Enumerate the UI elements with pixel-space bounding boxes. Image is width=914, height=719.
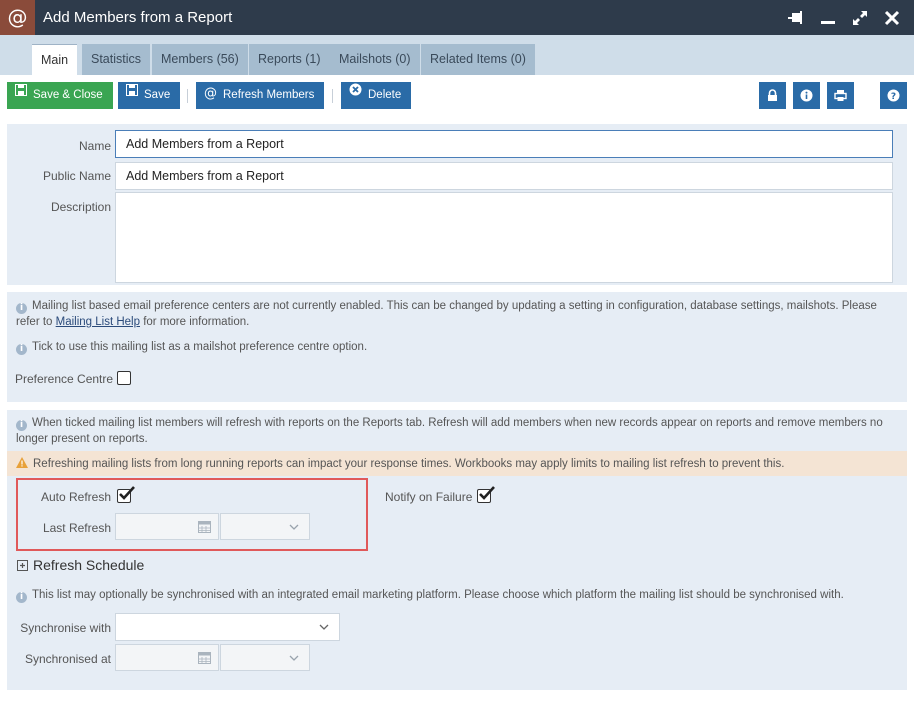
print-icon [834,90,847,101]
chevron-down-icon [289,524,299,530]
chevron-down-icon [289,655,299,661]
chevron-down-icon [319,624,329,630]
preference-centre-label: Preference Centre [15,372,114,386]
synchronised-at-date-field[interactable] [115,644,219,671]
sync-info-content: This list may optionally be synchronised… [32,589,844,601]
tab-statistics[interactable]: Statistics [82,44,151,75]
calendar-icon [198,652,211,664]
tab-members[interactable]: Members (56) [152,44,248,75]
tab-strip: Main Statistics Members (56) Reports (1)… [0,35,914,75]
print-button[interactable] [827,82,854,109]
name-label: Name [78,139,111,153]
save-and-close-button[interactable]: Save & Close [7,82,113,109]
preference-info-part2: for more information. [140,316,250,328]
window-title-bar: @ Add Members from a Report [0,0,914,35]
info-circle-icon: i [16,592,27,603]
preference-info-text: i Mailing list based email preference cen… [16,298,902,330]
preference-tick-info-text: Tick to use this mailing list as a mails… [32,341,368,353]
last-refresh-label: Last Refresh [42,521,111,535]
mailing-list-help-link[interactable]: Mailing List Help [56,316,140,328]
lock-button[interactable] [759,82,786,109]
last-refresh-time-select[interactable] [220,513,310,540]
at-sign-icon: @ [204,86,217,102]
sync-info-text: i This list may optionally be synchronise… [16,587,902,603]
lock-icon [768,89,777,101]
save-label: Save [144,89,171,101]
notify-on-failure-label: Notify on Failure [385,490,473,504]
window-title: Add Members from a Report [43,9,233,26]
auto-refresh-checkbox[interactable] [117,486,135,503]
refresh-warning-text: Refreshing mailing lists from long runni… [16,456,902,473]
name-field[interactable]: Add Members from a Report [115,130,893,158]
last-refresh-date-field[interactable] [115,513,219,540]
description-textarea[interactable] [115,192,893,283]
floppy-disk-icon [15,80,27,107]
tab-mailshots[interactable]: Mailshots (0) [330,44,420,75]
public-name-field[interactable]: Add Members from a Report [115,162,893,190]
floppy-disk-icon [126,80,138,107]
preference-tick-info: i Tick to use this mailing list as a mail… [16,339,902,355]
delete-button[interactable]: Delete [341,80,412,109]
calendar-icon [198,521,211,533]
help-icon: ? [887,89,900,102]
circle-x-icon [349,80,362,107]
save-and-close-label: Save & Close [33,89,103,101]
info-button[interactable] [793,82,820,109]
maximize-icon[interactable] [850,8,870,28]
refresh-members-label: Refresh Members [223,89,315,101]
checkmark-icon [479,486,495,500]
public-name-label: Public Name [42,169,111,183]
app-at-icon: @ [0,0,35,35]
delete-label: Delete [368,89,402,101]
info-circle-icon: i [16,303,27,314]
synchronised-at-label: Synchronised at [24,652,111,666]
save-button[interactable]: Save [118,80,181,109]
toolbar-separator [332,89,333,103]
warning-content: Refreshing mailing lists from long runni… [33,458,785,470]
info-circle-icon: i [16,344,27,355]
toolbar-separator [187,89,188,103]
svg-text:?: ? [891,92,896,102]
refresh-info-text: i When ticked mailing list members will r… [16,415,902,447]
synchronise-with-label: Synchronise with [20,621,111,635]
refresh-info-content: When ticked mailing list members will re… [16,417,883,445]
expand-plus-icon[interactable] [17,560,28,571]
help-button[interactable]: ? [880,82,907,109]
description-label: Description [50,200,111,214]
pin-icon[interactable] [786,8,806,28]
preference-centre-checkbox[interactable] [117,371,131,385]
checkmark-icon [119,486,135,500]
synchronise-with-select[interactable] [115,613,340,641]
close-icon[interactable] [882,8,902,28]
tab-reports[interactable]: Reports (1) [249,44,330,75]
refresh-schedule-title[interactable]: Refresh Schedule [33,557,144,573]
minimize-icon[interactable] [818,8,838,28]
refresh-members-button[interactable]: @ Refresh Members [196,82,325,109]
info-icon [800,89,813,102]
tab-related-items[interactable]: Related Items (0) [421,44,535,75]
notify-on-failure-checkbox[interactable] [477,486,495,503]
auto-refresh-label: Auto Refresh [40,490,111,504]
synchronised-at-time-select[interactable] [220,644,310,671]
info-circle-icon: i [16,420,27,431]
warning-triangle-icon [16,457,28,473]
tab-main[interactable]: Main [32,44,78,75]
